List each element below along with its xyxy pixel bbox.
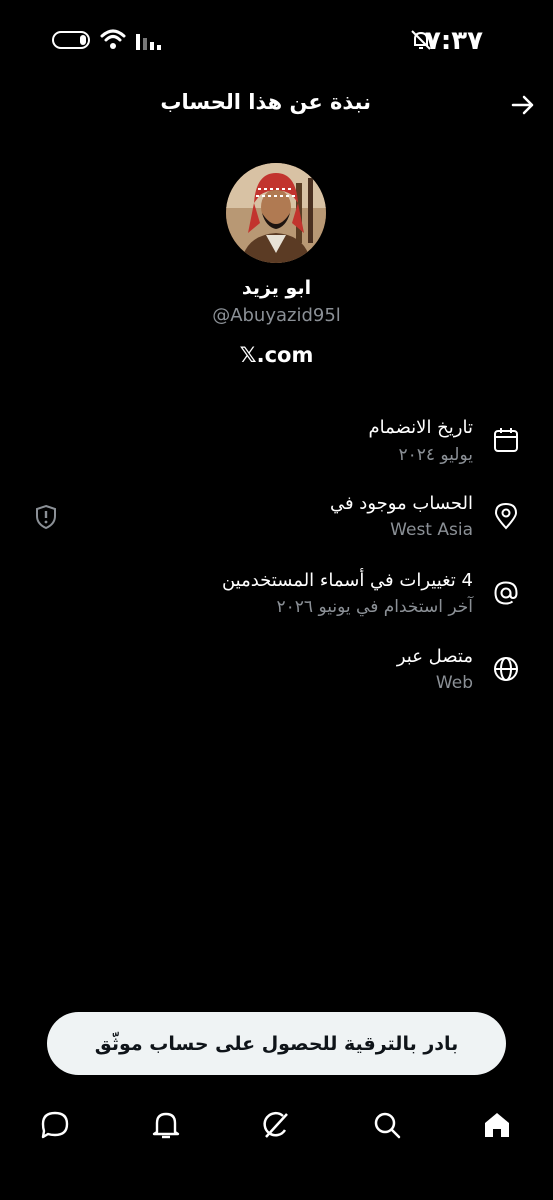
- battery-icon: [52, 31, 90, 49]
- join-date-value: يوليو ٢٠٢٤: [398, 445, 473, 465]
- globe-icon: [494, 657, 518, 681]
- grok-icon[interactable]: [261, 1110, 291, 1140]
- join-date-label: تاريخ الانضمام: [368, 417, 473, 438]
- search-icon[interactable]: [372, 1110, 402, 1140]
- back-arrow-icon[interactable]: [510, 93, 536, 117]
- avatar-image: [226, 163, 326, 263]
- username-changes-label: 4 تغييرات في أسماء المستخدمين: [221, 570, 473, 591]
- username: @Abuyazid95l: [212, 305, 341, 326]
- at-sign-icon: [494, 581, 518, 605]
- shield-icon[interactable]: [34, 504, 58, 530]
- wifi-icon: [100, 29, 126, 49]
- home-icon[interactable]: [482, 1110, 512, 1140]
- location-label: الحساب موجود في: [329, 493, 473, 514]
- status-time: ٧:٣٧: [424, 26, 483, 56]
- notifications-icon[interactable]: [151, 1110, 181, 1140]
- avatar[interactable]: [226, 163, 326, 263]
- signal-icon: [136, 34, 161, 50]
- status-bar: ٧:٣٧: [0, 0, 553, 80]
- location-value: West Asia: [390, 520, 473, 540]
- calendar-icon: [494, 428, 518, 452]
- messages-icon[interactable]: [40, 1110, 70, 1140]
- connected-via-label: متصل عبر: [396, 646, 473, 667]
- upgrade-button[interactable]: بادر بالترقية للحصول على حساب موثّق: [47, 1012, 506, 1075]
- page-title: نبذة عن هذا الحساب: [160, 90, 371, 114]
- display-name: ابو يزيد: [241, 277, 312, 299]
- connected-via-value: Web: [435, 673, 473, 693]
- location-pin-icon: [494, 502, 518, 530]
- username-changes-value: آخر استخدام في يونيو ٢٠٢٦: [276, 597, 473, 617]
- site-label: 𝕏.com: [239, 343, 314, 367]
